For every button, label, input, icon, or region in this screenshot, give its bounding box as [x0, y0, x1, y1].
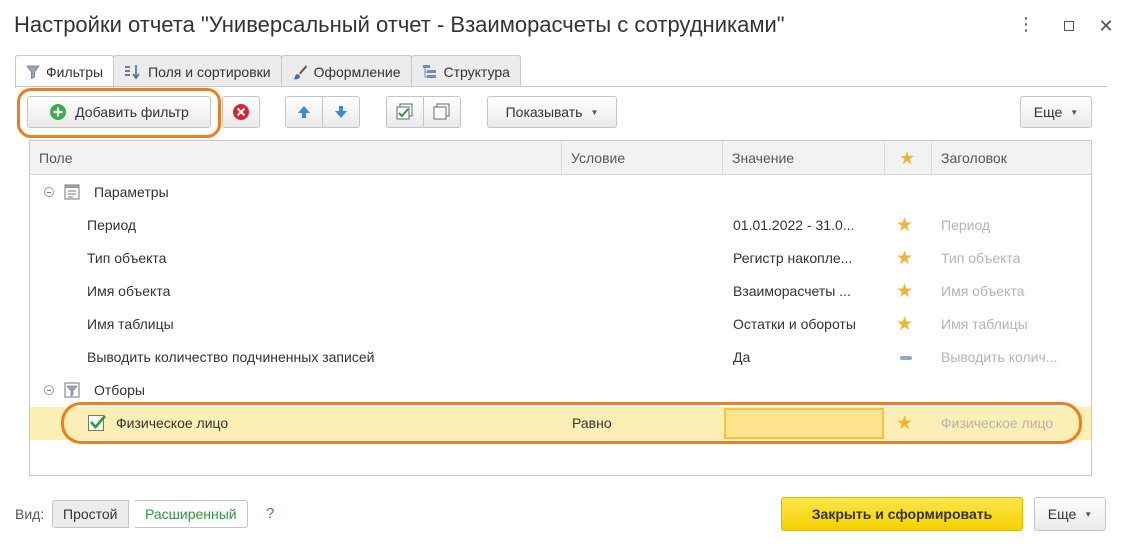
- tab-label: Структура: [443, 63, 510, 80]
- add-circle-icon: [49, 103, 67, 121]
- title-cell[interactable]: Период: [941, 209, 1091, 242]
- arrow-up-icon: [296, 104, 312, 120]
- move-down-button[interactable]: [322, 96, 360, 128]
- add-filter-label: Добавить фильтр: [75, 104, 189, 120]
- window-title: Настройки отчета "Универсальный отчет - …: [14, 12, 785, 37]
- column-header-field[interactable]: Поле: [30, 141, 562, 175]
- tab-fields-sort[interactable]: Поля и сортировки: [113, 55, 282, 87]
- selected-row-highlight: [61, 402, 1082, 444]
- chevron-down-icon: ▼: [1070, 107, 1079, 117]
- field-cell: Имя таблицы: [87, 316, 174, 332]
- dash-icon[interactable]: [900, 341, 912, 374]
- extended-label: Расширенный: [145, 506, 237, 522]
- view-extended-button[interactable]: Расширенный: [135, 500, 248, 528]
- title-cell[interactable]: Выводить колич...: [941, 341, 1091, 374]
- column-header-value[interactable]: Значение: [723, 141, 885, 175]
- title-cell[interactable]: Имя объекта: [941, 275, 1091, 308]
- value-cell[interactable]: Регистр накопле...: [733, 242, 883, 275]
- uncheck-all-icon: [433, 103, 451, 121]
- table-row[interactable]: Тип объекта Регистр накопле... ★ Тип объ…: [30, 242, 1091, 275]
- collapse-icon[interactable]: [44, 187, 54, 197]
- footer-more-button[interactable]: Еще ▼: [1034, 497, 1106, 531]
- tab-label: Оформление: [313, 63, 401, 80]
- more-options-icon[interactable]: ⋮: [1014, 14, 1038, 38]
- table-row[interactable]: Период 01.01.2022 - 31.0... ★ Период: [30, 209, 1091, 242]
- show-dropdown[interactable]: Показывать ▼: [487, 96, 617, 128]
- delete-icon: [232, 103, 250, 121]
- column-header-condition[interactable]: Условие: [562, 141, 723, 175]
- field-cell: Имя объекта: [87, 283, 171, 299]
- field-cell: Период: [87, 217, 137, 233]
- value-cell[interactable]: 01.01.2022 - 31.0...: [733, 209, 883, 242]
- brush-icon: [292, 64, 308, 80]
- parameters-icon: [63, 176, 85, 209]
- simple-label: Простой: [63, 506, 118, 522]
- more-label: Еще: [1047, 506, 1077, 522]
- value-cell[interactable]: Взаиморасчеты ...: [733, 275, 883, 308]
- tab-divider: [15, 86, 1107, 87]
- add-filter-button[interactable]: Добавить фильтр: [27, 96, 211, 128]
- value-cell[interactable]: Остатки и обороты: [733, 308, 883, 341]
- table-row[interactable]: Выводить количество подчиненных записей …: [30, 341, 1091, 374]
- tab-filters[interactable]: Фильтры: [15, 55, 115, 88]
- more-button[interactable]: Еще ▼: [1020, 96, 1092, 128]
- check-all-icon: [396, 103, 414, 121]
- chevron-down-icon: ▼: [1084, 509, 1093, 519]
- table-row[interactable]: Имя таблицы Остатки и обороты ★ Имя табл…: [30, 308, 1091, 341]
- view-label: Вид:: [15, 506, 45, 522]
- value-cell[interactable]: Да: [733, 341, 883, 374]
- group-row-parameters[interactable]: Параметры: [30, 176, 1091, 209]
- tab-design[interactable]: Оформление: [280, 55, 412, 87]
- close-and-generate-button[interactable]: Закрыть и сформировать: [781, 497, 1023, 531]
- star-icon[interactable]: ★: [896, 209, 913, 242]
- tab-structure[interactable]: Структура: [410, 55, 521, 87]
- tab-label: Фильтры: [46, 64, 104, 80]
- title-cell[interactable]: Тип объекта: [941, 242, 1091, 275]
- check-all-button[interactable]: [386, 96, 424, 128]
- column-header-title[interactable]: Заголовок: [932, 141, 1093, 175]
- filter-icon: [26, 65, 40, 79]
- field-cell: Выводить количество подчиненных записей: [87, 349, 375, 365]
- star-icon[interactable]: ★: [896, 242, 913, 275]
- tab-label: Поля и сортировки: [148, 63, 271, 80]
- star-icon[interactable]: ★: [896, 308, 913, 341]
- arrow-down-icon: [333, 104, 349, 120]
- uncheck-all-button[interactable]: [423, 96, 461, 128]
- more-label: Еще: [1033, 104, 1063, 120]
- structure-icon: [422, 64, 438, 80]
- show-label: Показывать: [505, 104, 583, 120]
- column-header-star[interactable]: ★: [885, 141, 932, 175]
- maximize-icon[interactable]: [1057, 14, 1081, 38]
- table-header: Поле Условие Значение ★ Заголовок: [30, 141, 1091, 175]
- chevron-down-icon: ▼: [590, 107, 599, 117]
- field-cell: Тип объекта: [87, 250, 167, 266]
- fields-sort-icon: [124, 64, 142, 80]
- delete-button[interactable]: [222, 96, 260, 128]
- view-simple-button[interactable]: Простой: [52, 500, 129, 528]
- star-icon[interactable]: ★: [896, 275, 913, 308]
- move-up-button[interactable]: [285, 96, 323, 128]
- close-icon[interactable]: ✕: [1094, 14, 1118, 38]
- help-link[interactable]: ?: [266, 505, 274, 522]
- title-cell[interactable]: Имя таблицы: [941, 308, 1091, 341]
- tab-bar: Фильтры Поля и сортировки Оформление Стр…: [15, 55, 521, 88]
- collapse-icon[interactable]: [44, 385, 54, 395]
- group-label: Параметры: [94, 184, 169, 200]
- table-row[interactable]: Имя объекта Взаиморасчеты ... ★ Имя объе…: [30, 275, 1091, 308]
- close-and-generate-label: Закрыть и сформировать: [811, 506, 993, 522]
